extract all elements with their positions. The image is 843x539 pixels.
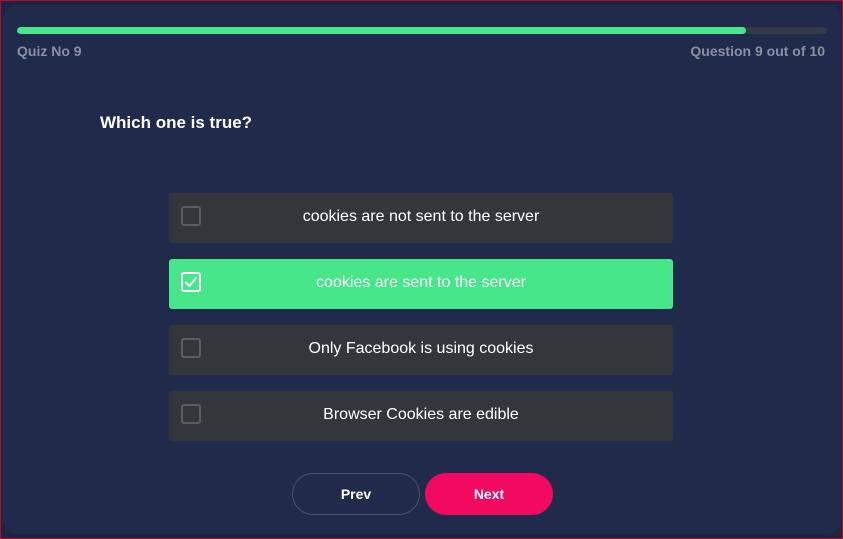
option-3[interactable]: Only Facebook is using cookies [169,325,673,375]
question-text: Which one is true? [100,113,253,132]
option-4[interactable]: Browser Cookies are edible [169,391,673,441]
answer-options: cookies are not sent to the server cooki… [169,193,673,457]
quiz-label: Quiz No 9 [17,43,82,59]
option-label: cookies are sent to the server [316,274,526,291]
prev-button[interactable]: Prev [292,473,420,515]
question-counter: Question 9 out of 10 [690,43,825,59]
next-button[interactable]: Next [425,473,553,515]
progress-fill [17,27,746,34]
option-label: Browser Cookies are edible [323,406,519,423]
quiz-card: Quiz No 9 Question 9 out of 10 Which one… [3,5,841,534]
progress-bar [17,27,827,34]
option-2[interactable]: cookies are sent to the server [169,259,673,309]
option-1[interactable]: cookies are not sent to the server [169,193,673,243]
option-label: cookies are not sent to the server [302,208,540,225]
option-label: Only Facebook is using cookies [308,340,534,357]
app-frame: Quiz No 9 Question 9 out of 10 Which one… [0,0,843,539]
